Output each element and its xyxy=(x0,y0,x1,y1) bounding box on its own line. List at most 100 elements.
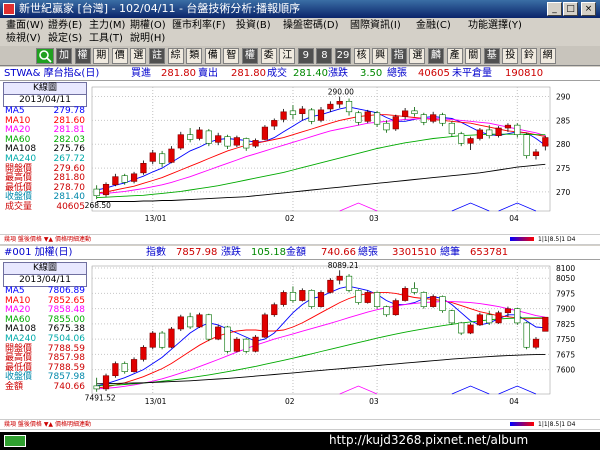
candle-body xyxy=(187,316,194,328)
candle-body xyxy=(121,363,128,372)
candle-body xyxy=(289,292,297,301)
candle-body xyxy=(308,109,315,122)
upper-oi: 190810 xyxy=(505,68,544,79)
candle-body xyxy=(420,114,427,123)
candle-body xyxy=(355,112,362,123)
candle-body xyxy=(345,275,353,291)
y-tick-label: 275 xyxy=(556,164,571,173)
menu-functions[interactable]: 功能選擇(Y) xyxy=(468,20,522,32)
toolbar-button[interactable]: 麟 xyxy=(428,48,444,64)
candle-body xyxy=(261,314,269,338)
lower-symbol: #001 加權(日) xyxy=(4,247,73,258)
toolbar-button[interactable]: 9 xyxy=(297,48,314,64)
menu-tools[interactable]: 工具(T) xyxy=(89,33,123,45)
candle-body xyxy=(299,108,306,115)
menu-window[interactable]: 畫面(W) xyxy=(6,20,44,32)
candle-body xyxy=(495,127,502,136)
menu-investment[interactable]: 投資(B) xyxy=(236,20,271,32)
menu-international[interactable]: 國際資訊(I) xyxy=(350,20,401,32)
lower-footer-text: 幾項 盤後價格 ▼▲ 價格明細連動 xyxy=(4,421,91,428)
toolbar-button[interactable]: 加 xyxy=(56,48,72,64)
menu-securities[interactable]: 證券(E) xyxy=(48,20,82,32)
y-tick-label: 7675 xyxy=(556,350,575,359)
toolbar-button[interactable]: 綜 xyxy=(167,48,184,64)
candle-body xyxy=(140,163,147,174)
upper-candlestick-chart[interactable]: 270 275 280 285 290 13/01 02 03 04 290.00 268.50 xyxy=(0,81,600,235)
price-annotation: 8089.21 xyxy=(328,261,359,270)
toolbar: 加權期價選註綜類備智權委江 9 8 29 核興指選麟產關基投鈴網 xyxy=(0,46,600,66)
toolbar-button[interactable]: 興 xyxy=(372,48,389,64)
toolbar-button[interactable]: 註 xyxy=(149,48,165,64)
candle-body xyxy=(476,314,484,326)
candle-body xyxy=(121,175,128,183)
lower-chart-panel: #001 加權(日) 指數 7857.98 漲跌 105.18 金額 740.6… xyxy=(0,246,600,432)
menu-main-force[interactable]: 主力(M) xyxy=(89,20,125,32)
menu-help[interactable]: 說明(H) xyxy=(130,33,165,45)
menu-view[interactable]: 檢視(V) xyxy=(6,33,41,45)
candle-body xyxy=(149,332,156,348)
candle-body xyxy=(308,290,315,307)
search-icon[interactable] xyxy=(36,48,54,64)
toolbar-button[interactable]: 類 xyxy=(186,48,203,64)
toolbar-button[interactable]: 選 xyxy=(409,48,426,64)
upper-footer-bar: 幾項 盤後價格 ▼▲ 價格明細連動 1|1|8.5|1 D4 xyxy=(0,234,600,245)
menu-trading-code[interactable]: 操盤密碼(D) xyxy=(283,20,339,32)
candle-body xyxy=(158,332,166,348)
toolbar-button[interactable]: 基 xyxy=(483,48,500,64)
upper-footer-text: 幾項 盤後價格 ▼▲ 價格明細連動 xyxy=(4,236,91,243)
candle-body xyxy=(420,292,427,307)
toolbar-button[interactable]: 備 xyxy=(204,48,221,64)
menu-futures-options[interactable]: 期權(O) xyxy=(130,20,166,32)
candle-body xyxy=(299,290,306,301)
candle-body xyxy=(243,138,250,149)
lower-change: 105.18 xyxy=(251,247,286,258)
lower-index: 7857.98 xyxy=(176,247,218,258)
candle-body xyxy=(140,346,147,360)
toolbar-button[interactable]: 指 xyxy=(390,48,407,64)
lower-candlestick-chart[interactable]: 7600 7675 7750 7825 7900 7975 80508100 13/01 02 0… xyxy=(0,260,600,418)
menu-fx-rates[interactable]: 匯市利率(F) xyxy=(172,20,226,32)
toolbar-button[interactable]: 選 xyxy=(130,48,147,64)
candle-body xyxy=(196,129,203,139)
watermark-url: http://kujd3268.pixnet.net/album xyxy=(329,433,529,447)
candle-body xyxy=(158,153,166,164)
toolbar-button[interactable]: 江 xyxy=(279,48,296,64)
candle-body xyxy=(383,122,390,131)
x-tick-label: 03 xyxy=(369,397,379,406)
menu-settings[interactable]: 設定(S) xyxy=(48,33,82,45)
toolbar-button[interactable]: 權 xyxy=(74,48,91,64)
toolbar-button[interactable]: 投 xyxy=(502,48,519,64)
candle-body xyxy=(411,110,418,115)
candle-body xyxy=(112,176,119,186)
toolbar-button[interactable]: 29 xyxy=(335,48,351,64)
toolbar-button[interactable]: 權 xyxy=(242,48,258,64)
toolbar-button[interactable]: 關 xyxy=(465,48,482,64)
toolbar-button[interactable]: 委 xyxy=(260,48,277,64)
candle-body xyxy=(243,338,250,352)
candle-body xyxy=(168,148,175,163)
minimize-button[interactable]: _ xyxy=(547,2,562,16)
lower-quote-header: #001 加權(日) 指數 7857.98 漲跌 105.18 金額 740.6… xyxy=(0,246,600,260)
candle-body xyxy=(411,288,418,293)
close-button[interactable]: × xyxy=(581,2,596,16)
menu-finance[interactable]: 金融(C) xyxy=(416,20,451,32)
toolbar-button[interactable]: 產 xyxy=(446,48,463,64)
candle-body xyxy=(448,310,455,324)
toolbar-button[interactable]: 核 xyxy=(353,48,370,64)
lower-volume: 3301510 xyxy=(392,247,437,258)
candle-body xyxy=(205,130,212,144)
toolbar-button[interactable]: 智 xyxy=(223,48,240,64)
candle-body xyxy=(467,138,474,144)
candle-body xyxy=(224,326,231,352)
toolbar-button[interactable]: 價 xyxy=(111,48,128,64)
candle-body xyxy=(448,122,455,135)
toolbar-button[interactable]: 期 xyxy=(93,48,110,64)
toolbar-button[interactable]: 8 xyxy=(316,48,333,64)
candle-body xyxy=(233,338,240,352)
candle-body xyxy=(373,112,381,125)
x-tick-label: 02 xyxy=(285,214,295,223)
x-tick-label: 02 xyxy=(285,397,295,406)
toolbar-button[interactable]: 鈴 xyxy=(521,48,537,64)
maximize-button[interactable]: □ xyxy=(563,2,578,16)
toolbar-button[interactable]: 網 xyxy=(539,48,556,64)
